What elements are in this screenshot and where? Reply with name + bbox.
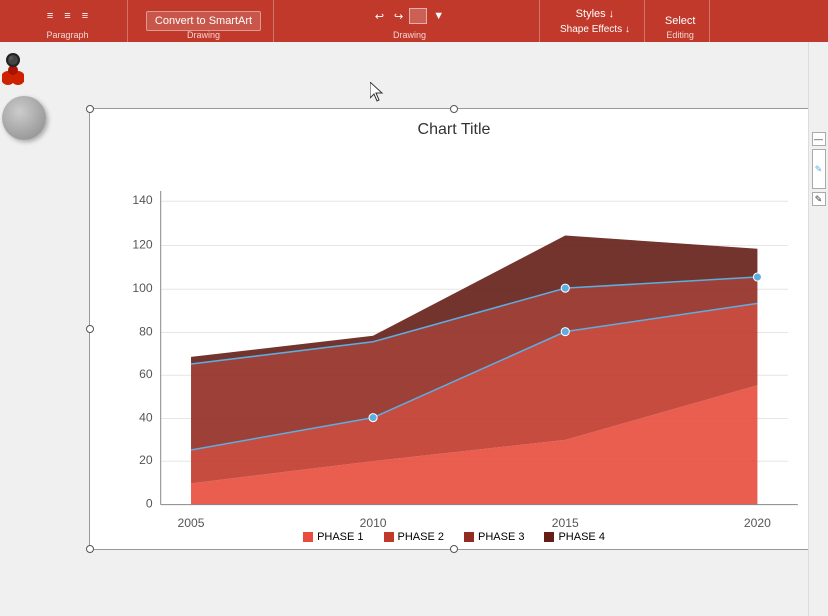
- shape-arrow-btn[interactable]: ↩: [371, 8, 388, 25]
- svg-text:20: 20: [139, 453, 153, 467]
- handle-tl[interactable]: [86, 105, 94, 113]
- convert-smartart-btn[interactable]: Convert to SmartArt: [146, 11, 261, 31]
- svg-text:80: 80: [139, 325, 153, 339]
- styles-section: Styles ↓ Shape Effects ↓: [546, 0, 645, 42]
- left-icons-area: [2, 50, 46, 140]
- chart-svg: 0 20 40 60 80 100 120 140 2005 2010 2015…: [90, 143, 818, 583]
- gray-sphere-icon: [2, 96, 46, 140]
- legend-phase4: PHASE 4: [544, 531, 604, 543]
- styles-btn[interactable]: Styles ↓: [572, 6, 619, 22]
- molecule-icon: [2, 50, 24, 90]
- svg-text:40: 40: [139, 411, 153, 425]
- legend-phase2-label: PHASE 2: [398, 531, 444, 543]
- svg-text:120: 120: [132, 238, 152, 252]
- legend-phase3-color: [464, 532, 474, 542]
- svg-text:2005: 2005: [178, 516, 205, 530]
- drawing-tools-label: Drawing: [393, 30, 426, 40]
- legend-phase2: PHASE 2: [384, 531, 444, 543]
- list-btn-2[interactable]: ≡: [60, 8, 74, 24]
- chart-legend: PHASE 1 PHASE 2 PHASE 3 PHASE 4: [90, 531, 818, 543]
- phase3-point-2020: [753, 273, 761, 281]
- handle-bl[interactable]: [86, 545, 94, 553]
- chart-title[interactable]: Chart Title: [90, 109, 818, 143]
- handle-ml[interactable]: [86, 325, 94, 333]
- ribbon-bar: ≡ ≡ ≡ Paragraph Convert to SmartArt Draw…: [0, 0, 828, 42]
- svg-text:0: 0: [146, 497, 153, 511]
- convert-section: Convert to SmartArt Drawing: [134, 0, 274, 42]
- legend-phase3-label: PHASE 3: [478, 531, 524, 543]
- legend-phase1-color: [303, 532, 313, 542]
- phase2-point-2010: [369, 414, 377, 422]
- svg-text:60: 60: [139, 367, 153, 381]
- handle-bm[interactable]: [450, 545, 458, 553]
- right-panel: — ✎ ✎: [808, 42, 828, 616]
- drawing-label: Drawing: [187, 30, 220, 40]
- list-btn-1[interactable]: ≡: [43, 8, 57, 24]
- right-btn-3[interactable]: ✎: [812, 192, 826, 206]
- legend-phase1: PHASE 1: [303, 531, 363, 543]
- drawing-section: ↩ ↪ ▼ Drawing: [280, 0, 540, 42]
- paragraph-label: Paragraph: [46, 30, 88, 40]
- legend-phase4-label: PHASE 4: [558, 531, 604, 543]
- shape-arrow2-btn[interactable]: ↪: [390, 8, 407, 25]
- legend-phase1-label: PHASE 1: [317, 531, 363, 543]
- svg-text:2010: 2010: [360, 516, 387, 530]
- editing-label: Editing: [666, 30, 694, 40]
- legend-phase3: PHASE 3: [464, 531, 524, 543]
- svg-text:100: 100: [132, 281, 152, 295]
- svg-text:140: 140: [132, 193, 152, 207]
- shape-sample-icon: [409, 8, 427, 24]
- paragraph-section: ≡ ≡ ≡ Paragraph: [8, 0, 128, 42]
- slide-area: Chart Title: [0, 42, 828, 616]
- svg-text:2015: 2015: [552, 516, 579, 530]
- svg-text:2020: 2020: [744, 516, 771, 530]
- shape-dropdown-btn[interactable]: ▼: [429, 8, 448, 25]
- right-btn-1[interactable]: —: [812, 132, 826, 146]
- phase2-point-2015: [561, 328, 569, 336]
- select-section: Select Editing: [651, 0, 711, 42]
- legend-phase4-color: [544, 532, 554, 542]
- list-btn-3[interactable]: ≡: [78, 8, 92, 24]
- handle-tm[interactable]: [450, 105, 458, 113]
- shape-effects-btn[interactable]: Shape Effects ↓: [556, 22, 634, 37]
- main-area: Chart Title: [0, 42, 828, 616]
- phase3-point-2015: [561, 284, 569, 292]
- select-btn[interactable]: Select: [661, 13, 700, 29]
- legend-phase2-color: [384, 532, 394, 542]
- right-btn-2[interactable]: ✎: [812, 149, 826, 189]
- chart-box[interactable]: Chart Title: [89, 108, 819, 550]
